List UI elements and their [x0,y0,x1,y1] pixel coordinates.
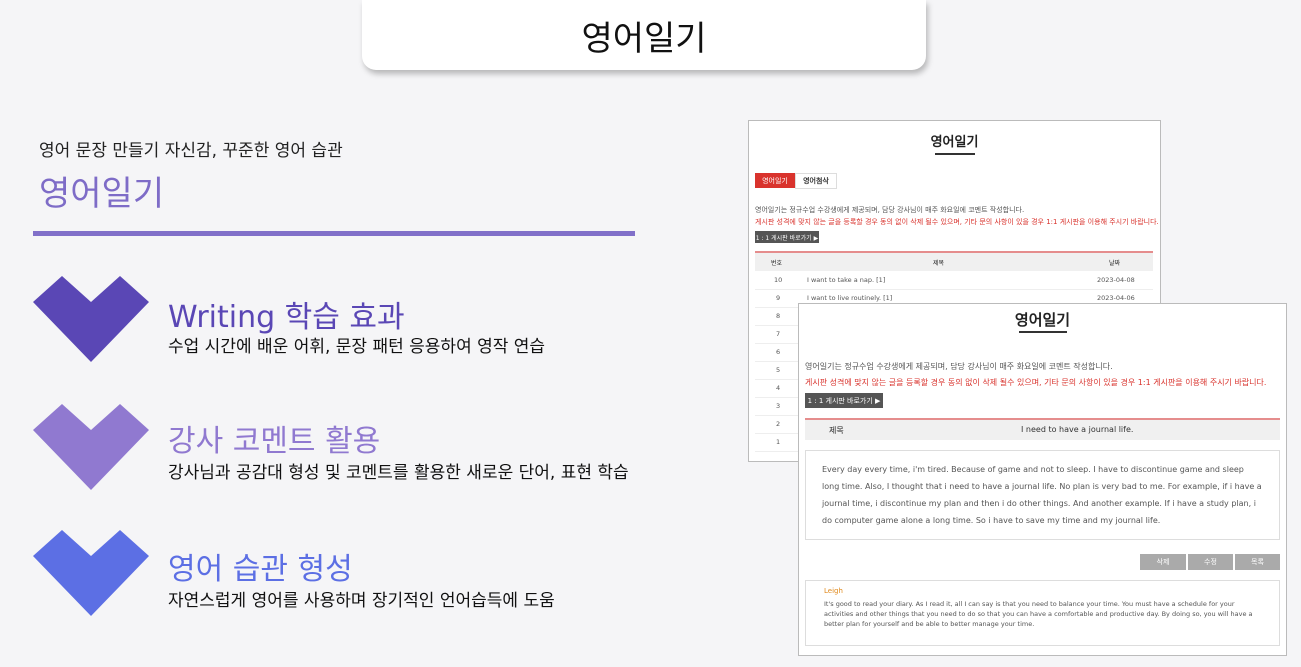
feature-heading: Writing 학습 효과 [168,300,405,335]
row-title[interactable]: I want to take a nap. [1] [807,276,885,284]
chevron-down-icon [33,530,149,616]
feature-desc: 자연스럽게 영어를 사용하며 장기적인 언어습득에 도움 [168,591,555,611]
delete-button[interactable]: 삭제 [1140,554,1186,570]
row-date: 2023-04-06 [1097,294,1135,302]
page-title: 영어일기 [581,18,707,59]
tab-correction[interactable]: 영어첨삭 [795,173,837,189]
row-no: 6 [776,348,781,356]
row-no: 5 [776,366,781,374]
page-title-box: 영어일기 [362,0,926,70]
intro-subtitle: 영어 문장 만들기 자신감, 꾸준한 영어 습관 [39,141,343,161]
panel-warning: 게시판 성격에 맞지 않는 글을 등록할 경우 동의 없이 삭제 될수 있으며,… [805,378,1267,387]
comment-text: It's good to read your diary. As I read … [824,600,1253,628]
panel-title: 영어일기 [930,135,979,150]
feature-desc: 강사님과 공감대 형성 및 코멘트를 활용한 새로운 단어, 표현 학습 [168,463,629,483]
subject-label: 제목 [829,426,844,435]
row-no: 2 [776,420,781,428]
board-link-button[interactable]: 1 : 1 게시판 바로가기 ▶ [805,393,883,408]
col-date: 날짜 [1109,260,1121,267]
table-row[interactable]: 10 I want to take a nap. [1] 2023-04-08 [755,271,1153,290]
intro-title: 영어일기 [39,174,165,214]
row-no: 10 [774,276,783,284]
chevron-down-icon [33,276,149,362]
row-date: 2023-04-08 [1097,276,1135,284]
panel-note: 영어일기는 정규수업 수강생에게 제공되며, 담당 강사님이 매주 화요일에 코… [755,206,1025,214]
row-no: 3 [776,402,781,410]
diary-body: Every day every time, i'm tired. Because… [805,450,1280,540]
panel-note: 영어일기는 정규수업 수강생에게 제공되며, 담당 강사님이 매주 화요일에 코… [805,362,1113,371]
row-no: 1 [776,438,781,446]
panel-warning: 게시판 성격에 맞지 않는 글을 등록할 경우 동의 없이 삭제 될수 있으며,… [755,218,1159,226]
col-title: 제목 [933,260,945,267]
row-no: 4 [776,384,781,392]
comment-author: Leigh [824,587,843,595]
chevron-down-icon [33,404,149,490]
table-header: 번호 제목 날짜 [755,253,1153,271]
board-link-button[interactable]: 1 : 1 게시판 바로가기 ▶ [755,231,819,243]
subject-row: 제목 I need to have a journal life. [805,420,1280,440]
list-button[interactable]: 목록 [1235,554,1280,570]
intro-divider [33,231,635,236]
row-no: 9 [776,294,781,302]
row-no: 8 [776,312,781,320]
panel-title-underline [935,153,975,155]
tab-diary[interactable]: 영어일기 [755,173,795,188]
teacher-comment: Leigh It's good to read your diary. As I… [805,580,1280,646]
row-title[interactable]: I want to live routinely. [1] [807,294,892,302]
subject-text: I need to have a journal life. [1021,425,1134,434]
row-no: 7 [776,330,781,338]
feature-heading: 영어 습관 형성 [168,552,353,587]
edit-button[interactable]: 수정 [1188,554,1233,570]
panel-title-underline [1019,331,1067,333]
feature-heading: 강사 코멘트 활용 [168,424,381,459]
panel-title: 영어일기 [1014,311,1071,329]
col-no: 번호 [771,260,783,267]
feature-desc: 수업 시간에 배운 어휘, 문장 패턴 응용하여 영작 연습 [168,337,546,357]
diary-detail-panel: 영어일기 영어일기는 정규수업 수강생에게 제공되며, 담당 강사님이 매주 화… [798,303,1287,656]
